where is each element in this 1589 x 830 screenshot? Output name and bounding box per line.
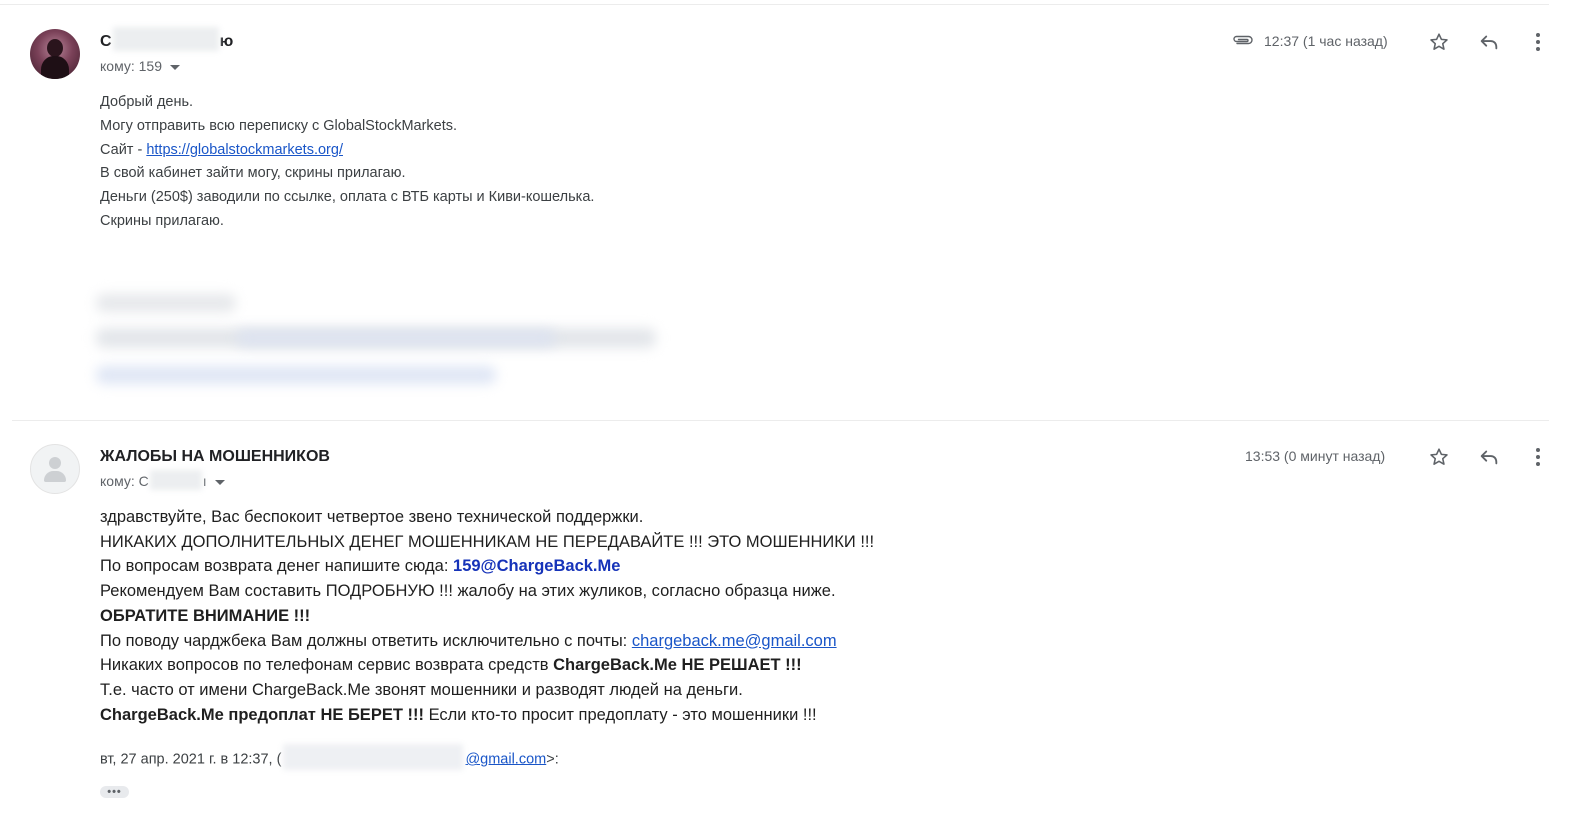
recipient-label: кому: С (100, 473, 149, 489)
body-line: Деньги (250$) заводили по ссылке, оплата… (100, 189, 595, 206)
chevron-down-icon[interactable] (170, 64, 180, 70)
body-line: Скрины прилагаю. (100, 212, 224, 229)
blurred-signature (86, 282, 666, 402)
star-button[interactable] (1427, 445, 1451, 469)
sender-name[interactable]: ЖАЛОБЫ НА МОШЕННИКОВ (100, 448, 330, 466)
body-line: Могу отправить всю переписку с GlobalSto… (100, 117, 458, 134)
avatar-head (47, 39, 63, 57)
top-divider (0, 4, 1549, 5)
site-label: Сайт - (100, 141, 147, 158)
recipient-toggle[interactable]: кому: 159 (100, 58, 180, 74)
recipient-label-end: ı (202, 473, 207, 489)
support-email[interactable]: 159@ChargeBack.Me (453, 557, 620, 575)
body-bold-text: ChargeBack.Me предоплат НЕ БЕРЕТ !!! (100, 705, 424, 724)
body-line: НИКАКИХ ДОПОЛНИТЕЛЬНЫХ ДЕНЕГ МОШЕННИКАМ … (100, 532, 875, 551)
sender-name-end: ю (219, 33, 234, 51)
show-trimmed-content-button[interactable]: ••• (100, 786, 129, 798)
more-vert-icon (1536, 448, 1540, 466)
body-text: Если кто-то просит предоплату - это моше… (423, 705, 817, 724)
body-line: Никаких вопросов по телефонам сервис воз… (100, 653, 874, 678)
more-options-button[interactable] (1526, 30, 1550, 54)
body-line: По поводу чарджбека Вам должны ответить … (100, 629, 874, 654)
message-body: здравствуйте, Вас беспокоит четвертое зв… (100, 505, 874, 727)
body-line: В свой кабинет зайти могу, скрины прилаг… (100, 165, 406, 182)
recipient-toggle[interactable]: кому: С ı (100, 470, 225, 491)
body-text: Никаких вопросов по телефонам сервис воз… (100, 656, 554, 675)
message-body: Добрый день. Могу отправить всю переписк… (100, 91, 594, 234)
body-line: ОБРАТИТЕ ВНИМАНИЕ !!! (100, 604, 874, 629)
body-text: По вопросам возврата денег напишите сюда… (100, 557, 454, 576)
more-options-button[interactable] (1526, 445, 1550, 469)
message-divider (12, 420, 1549, 421)
body-line: Т.е. часто от имени ChargeBack.Me звонят… (100, 680, 743, 699)
body-bold-text: ChargeBack.Me НЕ РЕШАЕТ !!! (553, 656, 802, 675)
reply-icon (1480, 450, 1498, 465)
sender-name[interactable]: Сю (100, 27, 234, 51)
sender-avatar-placeholder[interactable] (30, 444, 80, 494)
body-line: Рекомендуем Вам составить ПОДРОБНУЮ !!! … (100, 582, 836, 601)
message-time[interactable]: 12:37 (1 час назад) (1264, 33, 1388, 49)
quote-email-link[interactable]: @gmail.com (465, 751, 546, 767)
ellipsis-icon: ••• (107, 785, 122, 798)
avatar-head (49, 457, 61, 469)
avatar-body (44, 471, 66, 482)
star-icon (1430, 33, 1448, 50)
redacted-block (149, 470, 202, 491)
quote-attribution: вт, 27 апр. 2021 г. в 12:37, ( @gmail.com… (100, 744, 559, 770)
reply-button[interactable] (1477, 30, 1501, 54)
star-button[interactable] (1427, 30, 1451, 54)
recipient-label: кому: 159 (100, 58, 162, 74)
quote-date: вт, 27 апр. 2021 г. в 12:37, ( (100, 751, 282, 768)
more-vert-icon (1536, 33, 1540, 51)
body-bold-text: ОБРАТИТЕ ВНИМАНИЕ !!! (100, 606, 311, 625)
redacted-block (283, 744, 464, 770)
body-line: здравствуйте, Вас беспокоит четвертое зв… (100, 508, 644, 526)
chargeback-email-link[interactable]: chargeback.me@gmail.com (632, 632, 837, 650)
avatar-body (41, 56, 69, 79)
redacted-block (112, 27, 219, 51)
site-link[interactable]: https://globalstockmarkets.org/ (146, 142, 343, 158)
body-line-site: Сайт - https://globalstockmarkets.org/ (100, 139, 594, 163)
paperclip-icon (1233, 35, 1253, 45)
body-line: ChargeBack.Me предоплат НЕ БЕРЕТ !!! Есл… (100, 703, 874, 728)
body-line: Добрый день. (100, 94, 194, 110)
body-line: По вопросам возврата денег напишите сюда… (100, 554, 874, 579)
message-time[interactable]: 13:53 (0 минут назад) (1245, 448, 1385, 464)
chevron-down-icon[interactable] (214, 479, 225, 485)
reply-icon (1480, 35, 1498, 50)
star-icon (1430, 448, 1448, 465)
sender-name-start: С (100, 33, 112, 51)
body-text: По поводу чарджбека Вам должны ответить … (100, 631, 632, 650)
reply-button[interactable] (1477, 445, 1501, 469)
sender-avatar[interactable] (30, 29, 80, 79)
quote-end: >: (546, 751, 559, 768)
